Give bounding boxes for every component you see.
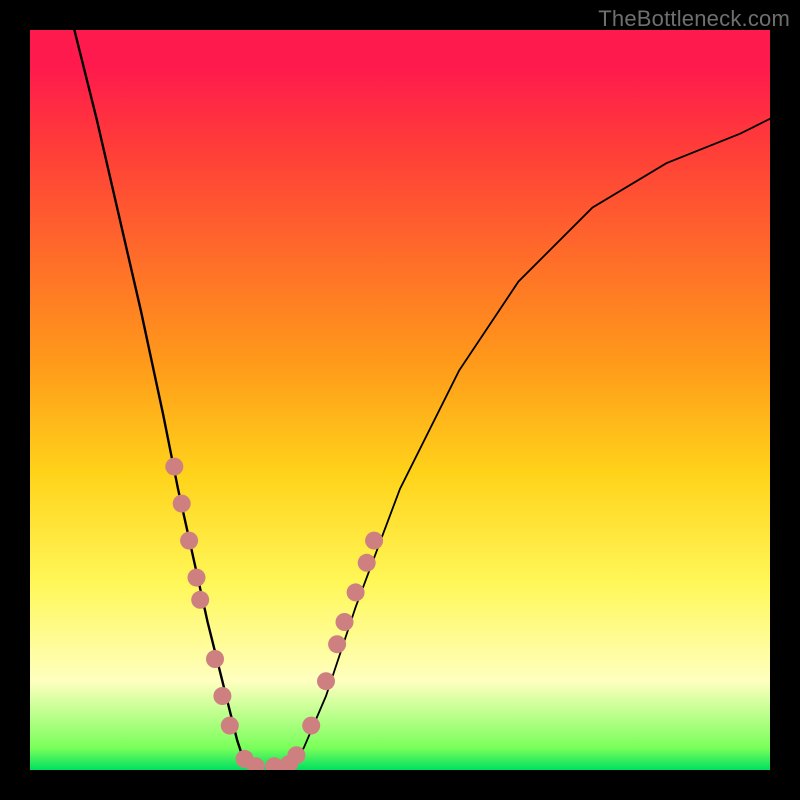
- marker-dot: [173, 495, 191, 513]
- curve-layer: [30, 30, 770, 770]
- marker-dot: [180, 532, 198, 550]
- marker-dot: [336, 613, 354, 631]
- marker-group: [165, 458, 383, 770]
- curve-right: [289, 119, 770, 770]
- chart-frame: TheBottleneck.com: [0, 0, 800, 800]
- curve-left: [74, 30, 252, 770]
- marker-dot: [328, 635, 346, 653]
- marker-dot: [317, 672, 335, 690]
- marker-dot: [302, 717, 320, 735]
- marker-dot: [165, 458, 183, 476]
- marker-dot: [358, 554, 376, 572]
- marker-dot: [365, 532, 383, 550]
- marker-dot: [213, 687, 231, 705]
- marker-dot: [221, 717, 239, 735]
- plot-area: [30, 30, 770, 770]
- marker-dot: [191, 591, 209, 609]
- marker-dot: [206, 650, 224, 668]
- marker-dot: [188, 569, 206, 587]
- watermark-text: TheBottleneck.com: [598, 6, 790, 32]
- marker-dot: [347, 583, 365, 601]
- marker-dot: [287, 746, 305, 764]
